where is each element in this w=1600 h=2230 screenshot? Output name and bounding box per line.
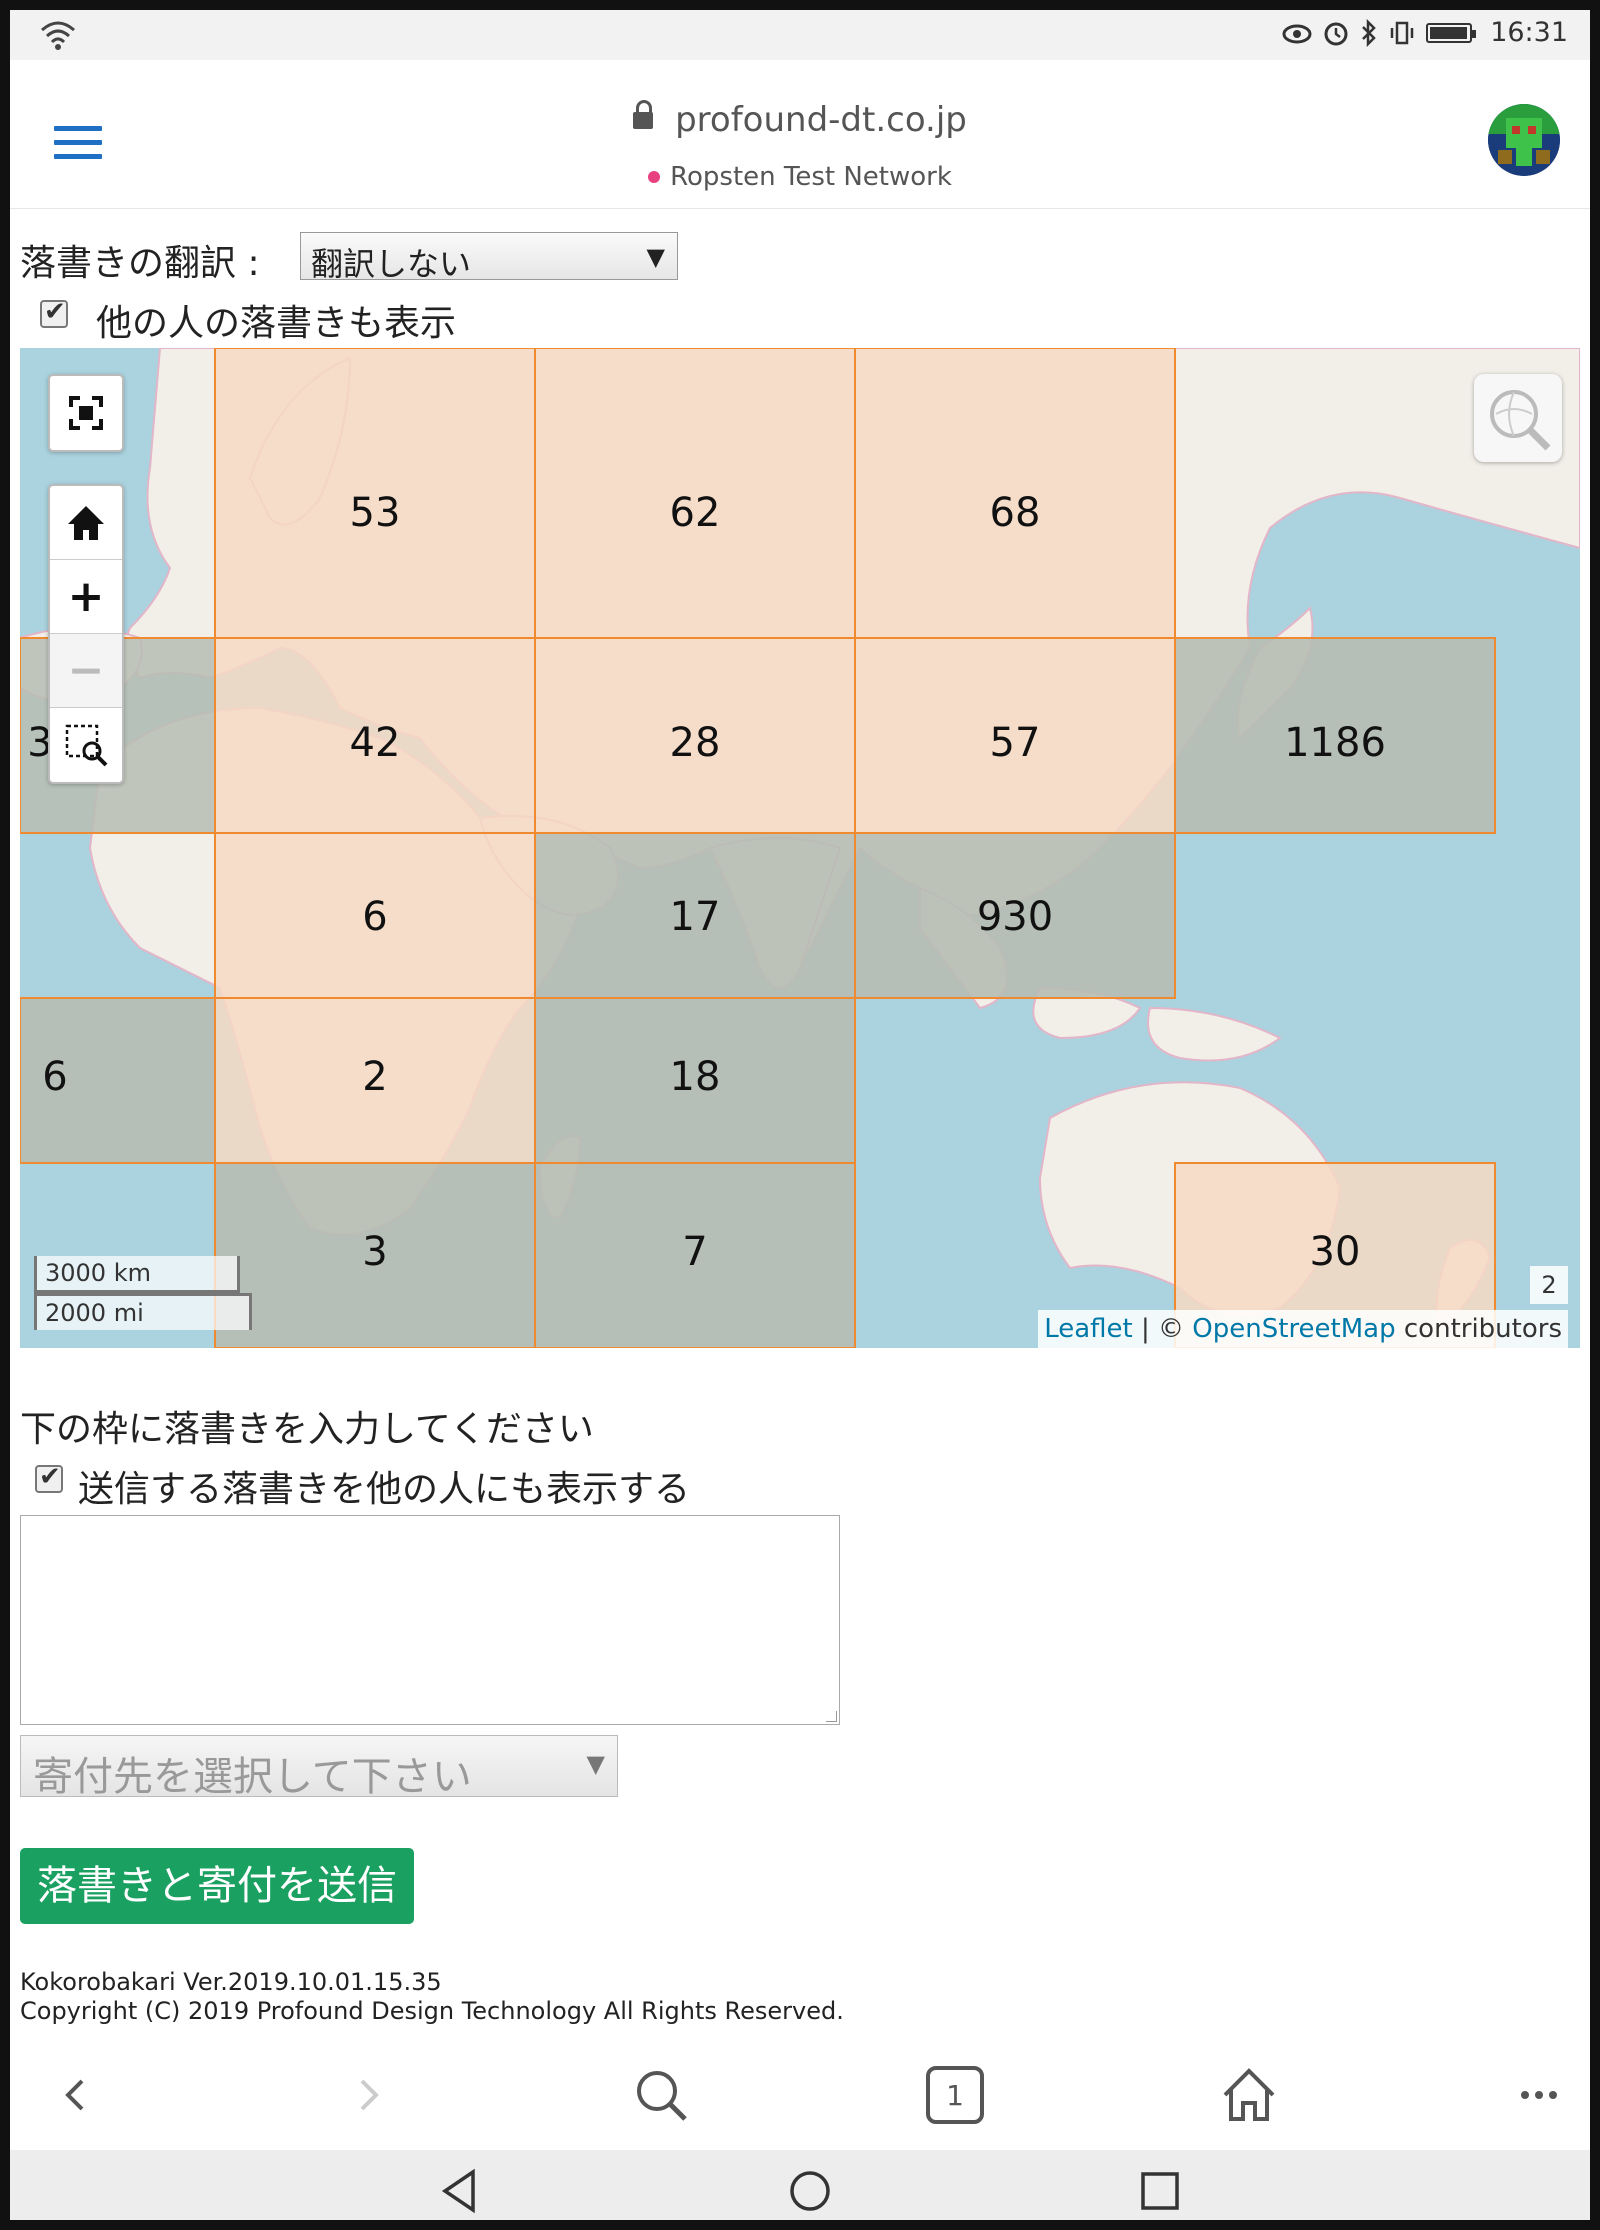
fullscreen-icon[interactable] [50,376,122,450]
share-label: 送信する落書きを他の人にも表示する [78,1469,691,1510]
grid-cell-count: 68 [990,490,1041,536]
grid-cell-count: 7 [682,1229,707,1275]
map-tiles: 53 62 68 3 42 28 57 1186 6 17 930 6 2 18… [20,348,1580,1348]
network-name: Ropsten Test Network [670,162,952,192]
attribution-suffix: contributors [1395,1314,1562,1344]
grid-cell-count: 57 [990,720,1041,766]
graffiti-prompt: 下の枠に落書きを入力してください [20,1409,594,1450]
grid-cell-count: 1186 [1284,720,1386,766]
tab-count: 1 [946,2078,964,2112]
scale-mi: 2000 mi [34,1293,252,1330]
grid-cell-count: 53 [350,490,401,536]
grid-cell-count: 3 [362,1229,387,1275]
system-back-icon[interactable] [435,2166,485,2216]
grid-cell-count: 6 [362,894,387,940]
copyright-text: Copyright (C) 2019 Profound Design Techn… [20,1997,844,2025]
grid-cell-count: 62 [670,490,721,536]
battery-icon [1426,22,1477,43]
wifi-icon [41,21,75,50]
bluetooth-icon [1362,18,1376,47]
device-frame: 16:31 profound-dt.co.jp Ropsten Test Net… [0,0,1600,2230]
system-home-icon[interactable] [785,2166,835,2216]
vibrate-icon [1390,21,1414,44]
search-icon[interactable] [626,2060,696,2130]
donation-select[interactable]: 寄付先を選択して下さい ▼ [20,1735,618,1800]
show-others-checkbox[interactable] [40,297,68,328]
attribution-sep: | © [1132,1314,1193,1344]
lock-icon [633,100,654,129]
donation-placeholder: 寄付先を選択して下さい [33,1754,472,1800]
translation-label: 落書きの翻訳 : [20,243,260,284]
forward-icon[interactable] [334,2060,404,2130]
box-zoom-icon[interactable] [50,708,122,782]
grid-cell-count: 18 [670,1054,721,1100]
dropdown-arrow-icon: ▼ [586,1750,605,1778]
show-others-label: 他の人の落書きも表示 [96,303,457,344]
grid-cell-count: 28 [670,720,721,766]
url-bar[interactable]: profound-dt.co.jp [10,100,1590,140]
zoom-out-button[interactable]: − [50,634,122,708]
share-checkbox[interactable] [35,1462,63,1493]
status-icons: 16:31 [1282,17,1568,48]
grid-cell-count: 17 [670,894,721,940]
map-search-control[interactable] [1474,374,1562,462]
dropdown-arrow-icon: ▼ [646,243,665,271]
osm-link[interactable]: OpenStreetMap [1192,1314,1395,1344]
zoom-control: + − [48,484,124,784]
translation-select[interactable]: 翻訳しない ▼ [300,232,678,283]
version-text: Kokorobakari Ver.2019.10.01.15.35 [20,1968,442,1996]
grid-cell-count: 2 [362,1054,387,1100]
fullscreen-control[interactable] [48,374,124,452]
alarm-icon [1324,22,1348,45]
home-icon[interactable] [1214,2060,1284,2130]
grid-cell-count: 6 [42,1054,67,1100]
status-bar: 16:31 [10,10,1590,60]
search-icon [1490,390,1551,451]
footer: Kokorobakari Ver.2019.10.01.15.35 Copyri… [20,1968,844,2026]
tabs-button[interactable]: 1 [920,2060,990,2130]
submit-button[interactable]: 落書きと寄付を送信 [20,1848,414,1924]
browser-toolbar: 1 [10,2040,1590,2150]
grid-cell-count: 30 [1310,1229,1361,1275]
browser-header: profound-dt.co.jp Ropsten Test Network [10,60,1590,209]
grid-cell-count: 930 [977,894,1053,940]
back-icon[interactable] [40,2060,110,2130]
map-attribution: Leaflet | © OpenStreetMap contributors [1038,1310,1568,1348]
system-recents-icon[interactable] [1135,2166,1185,2216]
scale-km: 3000 km [34,1256,240,1293]
zoom-in-button[interactable]: + [50,560,122,634]
translation-selected: 翻訳しない [311,245,472,283]
graffiti-textarea[interactable] [20,1515,840,1725]
url-text: profound-dt.co.jp [675,100,967,140]
account-avatar[interactable] [1488,104,1560,176]
map-view[interactable]: 53 62 68 3 42 28 57 1186 6 17 930 6 2 18… [20,348,1580,1348]
eye-icon [1282,24,1312,43]
more-icon[interactable] [1504,2060,1574,2130]
system-navigation [10,2150,1590,2220]
network-dot-icon [648,171,661,183]
network-indicator: Ropsten Test Network [10,162,1590,192]
resize-handle-icon[interactable] [826,1711,837,1722]
leaflet-link[interactable]: Leaflet [1044,1314,1133,1344]
grid-cell-count: 42 [350,720,401,766]
zoom-level: 2 [1530,1266,1568,1304]
home-icon[interactable] [50,486,122,560]
status-time: 16:31 [1490,17,1568,48]
